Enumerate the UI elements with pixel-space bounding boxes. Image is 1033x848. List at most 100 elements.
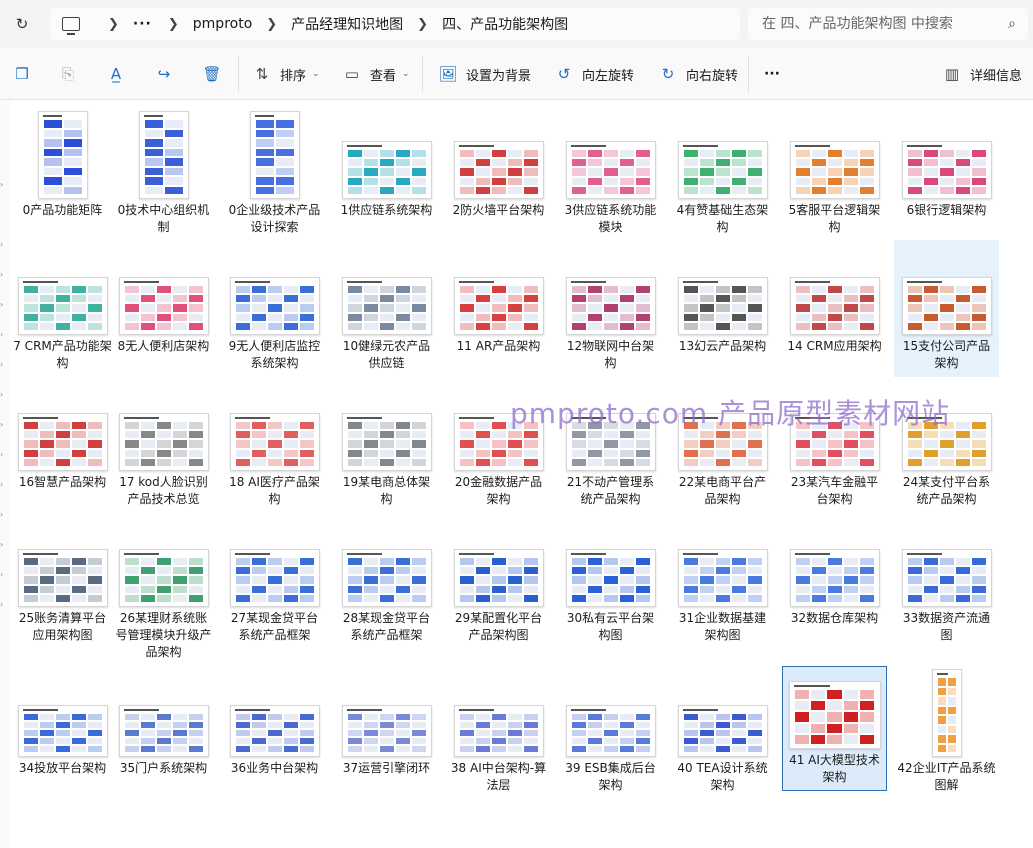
file-thumbnail [565,277,656,335]
file-name: 14 CRM应用架构 [787,339,882,353]
file-name: 28某现金贷平台系统产品框架 [342,611,431,642]
file-item[interactable]: 14 CRM应用架构 [782,240,887,360]
this-pc-icon[interactable] [62,17,80,35]
file-item[interactable]: 34投放平台架构 [10,666,115,782]
file-name: 39 ESB集成后台架构 [565,761,656,792]
file-item[interactable]: 0产品功能矩阵 [10,104,115,224]
file-thumbnail [901,277,992,335]
rotate-right-icon: ↻ [661,65,675,83]
file-name: 41 AI大模型技术架构 [789,753,880,784]
file-thumbnail [565,705,656,757]
file-name: 26某理财系统账号管理模块升级产品架构 [115,611,212,659]
file-name: 4有赞基础生态架构 [676,203,769,234]
file-item[interactable]: 8无人便利店架构 [111,240,216,360]
rename-button[interactable]: A̲ [106,62,134,86]
chevron-right-icon: ❯ [266,16,278,32]
file-item[interactable]: 26某理财系统账号管理模块升级产品架构 [111,512,216,666]
file-item[interactable]: 31企业数据基建架构图 [670,512,775,649]
crumb-current-folder[interactable]: 四、产品功能架构图 [442,14,568,34]
more-crumbs-button[interactable]: ··· [133,16,152,32]
crumb-pmproto[interactable]: pmproto [193,16,252,32]
file-item[interactable]: 0技术中心组织机制 [111,104,216,241]
refresh-icon[interactable]: ↻ [10,12,34,36]
rotate-right-button[interactable]: ↻ 向右旋转 [658,62,738,86]
file-thumbnail [341,141,432,199]
copy-button[interactable]: ❐ [12,62,40,86]
file-thumbnail [453,549,544,607]
delete-button[interactable]: 🗑 [202,62,230,86]
file-item[interactable]: 28某现金贷平台系统产品框架 [334,512,439,649]
file-thumbnail [789,549,880,607]
file-item[interactable]: 9无人便利店监控系统架构 [222,240,327,377]
chevron-right-icon: ❯ [167,16,179,32]
file-item[interactable]: 27某现金贷平台系统产品框架 [222,512,327,649]
file-item[interactable]: 17 kod人脸识别产品技术总览 [111,376,216,513]
file-item[interactable]: 42企业IT产品系统图解 [894,666,999,799]
file-name: 8无人便利店架构 [117,339,210,353]
file-item[interactable]: 10健绿元农产品供应链 [334,240,439,377]
file-thumbnail [788,681,881,749]
file-item[interactable]: 15支付公司产品架构 [894,240,999,377]
file-item[interactable]: 30私有云平台架构图 [558,512,663,649]
file-item[interactable]: 38 AI中台架构-算法层 [446,666,551,799]
set-background-button[interactable]: 🖼 设置为背景 [438,62,531,86]
file-item[interactable]: 39 ESB集成后台架构 [558,666,663,799]
file-item[interactable]: 36业务中台架构 [222,666,327,782]
file-name: 7 CRM产品功能架构 [13,339,112,370]
file-thumbnail [901,141,992,199]
file-name: 24某支付平台系统产品架构 [902,475,991,506]
file-thumbnail [118,413,209,471]
file-thumbnail [341,277,432,335]
rotate-left-label: 向左旋转 [582,68,635,84]
file-item[interactable]: 33数据资产流通图 [894,512,999,649]
file-thumbnail [453,705,544,757]
file-item[interactable]: 6银行逻辑架构 [894,104,999,224]
copy-icon: ❐ [15,65,29,83]
file-item[interactable]: 3供应链系统功能模块 [558,104,663,241]
file-name: 1供应链系统架构 [340,203,433,217]
file-item[interactable]: 25账务清算平台应用架构图 [10,512,115,649]
view-button[interactable]: ▭ 查看 ⌄ [342,62,410,86]
file-name: 23某汽车金融平台架构 [790,475,879,506]
file-thumbnail [677,549,768,607]
file-item[interactable]: 12物联网中台架构 [558,240,663,377]
file-name: 5客服平台逻辑架构 [788,203,881,234]
view-icon: ▭ [344,65,360,83]
file-item[interactable]: 1供应链系统架构 [334,104,439,224]
file-item[interactable]: 2防火墙平台架构 [446,104,551,224]
file-item[interactable]: 37运营引擎闭环 [334,666,439,782]
crumb-knowledge-map[interactable]: 产品经理知识地图 [291,14,403,34]
file-name: 18 AI医疗产品架构 [229,475,320,506]
file-name: 35门户系统架构 [119,761,208,775]
details-button[interactable]: ▥ 详细信息 [942,62,1022,86]
file-item[interactable]: 41 AI大模型技术架构 [782,666,887,791]
image-icon: 🖼 [438,65,458,83]
file-name: 20金融数据产品架构 [454,475,543,506]
file-item[interactable]: 5客服平台逻辑架构 [782,104,887,241]
search-input[interactable]: 在 四、产品功能架构图 中搜索 ⌕ [748,8,1028,40]
file-thumbnail [17,705,108,757]
file-item[interactable]: 13幻云产品架构 [670,240,775,360]
file-item[interactable]: 35门户系统架构 [111,666,216,782]
sort-button[interactable]: ⇅ 排序 ⌄ [252,62,320,86]
file-item[interactable]: 4有赞基础生态架构 [670,104,775,241]
rotate-right-label: 向右旋转 [686,68,739,84]
file-item[interactable]: 19某电商总体架构 [334,376,439,513]
details-pane-icon: ▥ [944,65,960,83]
share-button[interactable]: ↪ [154,62,182,86]
file-item[interactable]: 7 CRM产品功能架构 [10,240,115,377]
file-item[interactable]: 40 TEA设计系统架构 [670,666,775,799]
file-thumbnail [229,705,320,757]
file-item[interactable]: 32数据仓库架构 [782,512,887,632]
file-item[interactable]: 11 AR产品架构 [446,240,551,360]
rotate-left-button[interactable]: ↺ 向左旋转 [554,62,634,86]
file-item[interactable]: 16智慧产品架构 [10,376,115,496]
file-item[interactable]: 18 AI医疗产品架构 [222,376,327,513]
file-thumbnail [17,413,108,471]
more-options-button[interactable]: ··· [764,62,780,86]
paste-button[interactable]: ⎘ [58,62,86,86]
file-item[interactable]: 0企业级技术产品设计探索 [222,104,327,241]
breadcrumb[interactable]: ❯ ··· ❯ pmproto ❯ 产品经理知识地图 ❯ 四、产品功能架构图 [50,8,740,40]
paste-icon: ⎘ [61,65,74,83]
file-item[interactable]: 29某配置化平台产品架构图 [446,512,551,649]
